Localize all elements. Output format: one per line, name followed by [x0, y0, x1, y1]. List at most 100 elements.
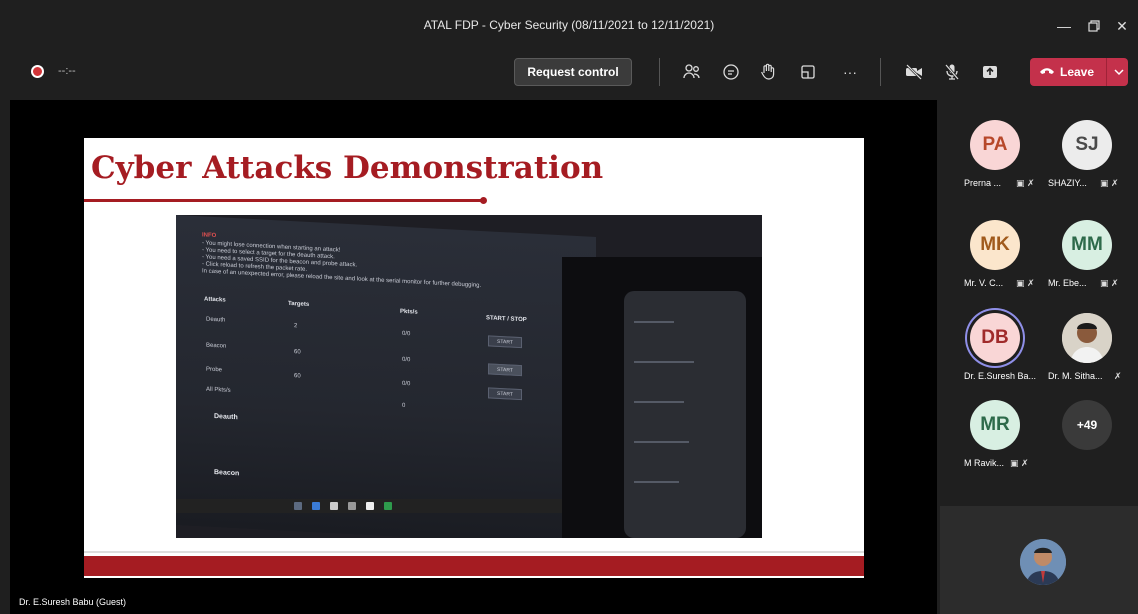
mic-off-icon: ✗: [1114, 371, 1122, 381]
section-beacon: Beacon: [214, 468, 240, 478]
leave-divider: [1106, 58, 1107, 86]
self-view: [940, 506, 1138, 614]
participant-tile[interactable]: SJ SHAZIY... ▣ ✗: [1040, 120, 1132, 208]
participant-name: M Ravik...: [964, 458, 1005, 468]
chevron-down-icon[interactable]: [1113, 64, 1125, 80]
phone-screen: [624, 291, 746, 538]
avatar: MK: [970, 220, 1020, 270]
screen-line: In case of an unexpected error, please r…: [202, 268, 482, 289]
mic-off-icon: ▣ ✗: [1100, 278, 1119, 288]
row-name: Probe: [206, 366, 223, 374]
share-icon[interactable]: [978, 60, 1002, 84]
rooms-icon[interactable]: [796, 60, 820, 84]
col-targets: Targets: [288, 300, 310, 308]
laptop-taskbar: [176, 499, 616, 513]
col-attacks: Attacks: [204, 296, 226, 304]
mic-off-icon[interactable]: [940, 60, 964, 84]
meeting-toolbar: --:-- Request control ··· Leave: [0, 48, 1138, 96]
laptop-screen: INFO - You might lose connection when st…: [176, 215, 596, 538]
taskbar-app-icon: [312, 502, 320, 510]
presenter-name: Dr. E.Suresh Babu (Guest): [19, 597, 127, 607]
col-pkts: Pkts/s: [400, 308, 418, 316]
screen-info: INFO: [202, 232, 217, 240]
row-name: Deauth: [206, 316, 226, 324]
section-deauth: Deauth: [214, 412, 238, 422]
shared-screen-stage: Cyber Attacks Demonstration INFO - You m…: [10, 100, 937, 614]
participant-tile[interactable]: PA Prerna ... ▣ ✗: [948, 120, 1040, 208]
title-underline-dot: [480, 197, 487, 204]
leave-label: Leave: [1060, 65, 1095, 79]
row-pkts: 0/0: [402, 330, 411, 338]
start-button: START: [488, 387, 522, 401]
phone-ui-line: [634, 481, 679, 483]
avatar-photo: [1062, 313, 1112, 363]
phone-icon: [1040, 68, 1054, 74]
row-name: Beacon: [206, 342, 227, 350]
taskbar-app-icon: [294, 502, 302, 510]
slide-divider: [84, 551, 864, 553]
participant-tile[interactable]: Dr. M. Sitha... ✗: [1040, 313, 1132, 401]
phone-ui-line: [634, 321, 674, 323]
presentation-slide: Cyber Attacks Demonstration INFO - You m…: [84, 138, 864, 578]
window-title: ATAL FDP - Cyber Security (08/11/2021 to…: [423, 18, 715, 32]
slide-footer-bar: [84, 556, 864, 576]
phone-ui-line: [634, 361, 694, 363]
taskbar-app-icon: [330, 502, 338, 510]
avatar: MM: [1062, 220, 1112, 270]
toolbar-divider: [880, 58, 881, 86]
restore-icon[interactable]: [1082, 14, 1106, 38]
overflow-count: +49: [1062, 400, 1112, 450]
avatar: PA: [970, 120, 1020, 170]
avatar: DB: [970, 313, 1020, 363]
record-icon: [31, 65, 44, 78]
demo-photo: INFO - You might lose connection when st…: [176, 215, 762, 538]
avatar: MR: [970, 400, 1020, 450]
title-underline: [84, 199, 484, 202]
row-pkts: 0: [402, 402, 406, 410]
title-bar: ATAL FDP - Cyber Security (08/11/2021 to…: [0, 0, 1138, 48]
request-control-button[interactable]: Request control: [514, 58, 632, 86]
taskbar-app-icon: [384, 502, 392, 510]
mic-off-icon: ▣ ✗: [1010, 458, 1029, 468]
more-participants-button[interactable]: +49: [1040, 400, 1132, 488]
more-icon[interactable]: ···: [838, 60, 862, 84]
taskbar-app-icon: [348, 502, 356, 510]
row-targets: 2: [294, 323, 298, 330]
minimize-icon[interactable]: —: [1052, 14, 1076, 38]
participant-tile[interactable]: MM Mr. Ebe... ▣ ✗: [1040, 220, 1132, 308]
phone-ui-line: [634, 441, 689, 443]
phone-ui-line: [634, 401, 684, 403]
participant-tile[interactable]: MK Mr. V. C... ▣ ✗: [948, 220, 1040, 308]
mic-off-icon: ▣ ✗: [1016, 178, 1035, 188]
participants-grid: PA Prerna ... ▣ ✗ SJ SHAZIY... ▣ ✗ MK Mr…: [940, 100, 1138, 504]
taskbar-app-icon: [366, 502, 374, 510]
row-name: All Pkts/s: [206, 386, 231, 394]
col-start-stop: START / STOP: [486, 315, 527, 324]
participant-name: Dr. M. Sitha...: [1048, 371, 1103, 381]
toolbar-divider: [659, 58, 660, 86]
people-icon[interactable]: [680, 60, 704, 84]
chat-icon[interactable]: [719, 60, 743, 84]
participant-name: SHAZIY...: [1048, 178, 1087, 188]
mic-off-icon: ▣ ✗: [1016, 278, 1035, 288]
participant-name: Prerna ...: [964, 178, 1002, 188]
participant-name: Mr. V. C...: [964, 278, 1004, 288]
participant-name: Dr. E.Suresh Ba...: [964, 371, 1037, 381]
row-targets: 60: [294, 373, 301, 380]
row-pkts: 0/0: [402, 380, 411, 388]
slide-title: Cyber Attacks Demonstration: [91, 150, 604, 186]
self-avatar: [1020, 539, 1066, 585]
participant-tile[interactable]: MR M Ravik... ▣ ✗: [948, 400, 1040, 488]
start-button: START: [488, 363, 522, 377]
close-icon[interactable]: ✕: [1110, 14, 1134, 38]
start-button: START: [488, 335, 522, 349]
meeting-timer: --:--: [58, 65, 76, 77]
leave-button[interactable]: Leave: [1030, 58, 1128, 86]
row-pkts: 0/0: [402, 356, 411, 364]
participant-name: Mr. Ebe...: [1048, 278, 1087, 288]
camera-off-icon[interactable]: [902, 60, 926, 84]
raise-hand-icon[interactable]: [756, 60, 780, 84]
row-targets: 60: [294, 349, 301, 356]
participant-tile-active[interactable]: DB Dr. E.Suresh Ba...: [948, 313, 1040, 401]
mic-off-icon: ▣ ✗: [1100, 178, 1119, 188]
